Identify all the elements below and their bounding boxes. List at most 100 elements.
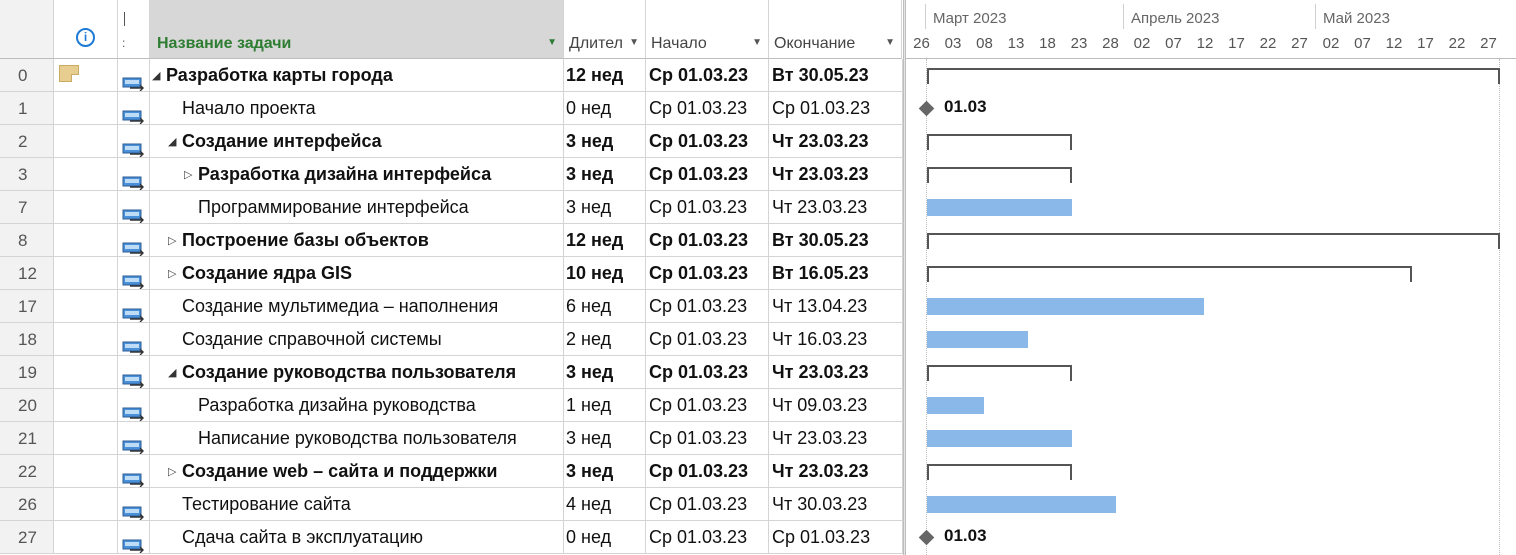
row-id[interactable]: 27 <box>0 521 54 554</box>
dropdown-arrow-icon[interactable]: ▼ <box>629 37 639 48</box>
summary-bar[interactable] <box>927 233 1501 249</box>
expand-arrow-icon[interactable]: ▷ <box>184 159 198 190</box>
task-mode-cell[interactable] <box>118 158 150 191</box>
task-mode-cell[interactable] <box>118 521 150 554</box>
task-mode-cell[interactable] <box>118 455 150 488</box>
duration-cell[interactable]: 3 нед <box>564 422 646 455</box>
task-row[interactable]: 20 Разработка дизайна руководства 1 нед Ср … <box>0 389 903 422</box>
task-row[interactable]: 18 Создание справочной системы 2 нед Ср 01.… <box>0 323 903 356</box>
task-name-cell[interactable]: Сдача сайта в эксплуатацию <box>150 521 564 554</box>
task-mode-cell[interactable] <box>118 323 150 356</box>
task-bar[interactable] <box>927 430 1072 447</box>
duration-header[interactable]: Длител ▼ <box>564 0 646 59</box>
task-mode-cell[interactable] <box>118 290 150 323</box>
duration-cell[interactable]: 10 нед <box>564 257 646 290</box>
gantt-body[interactable]: 01.03 01.03 <box>906 59 1516 555</box>
task-name-cell[interactable]: Тестирование сайта <box>150 488 564 521</box>
task-name-cell[interactable]: Создание справочной системы <box>150 323 564 356</box>
start-cell[interactable]: Ср 01.03.23 <box>646 521 769 554</box>
task-name-cell[interactable]: Программирование интерфейса <box>150 191 564 224</box>
expand-arrow-icon[interactable]: ▷ <box>168 456 182 487</box>
finish-cell[interactable]: Чт 23.03.23 <box>769 125 903 158</box>
milestone-diamond[interactable] <box>918 529 935 546</box>
row-id[interactable]: 3 <box>0 158 54 191</box>
finish-cell[interactable]: Чт 23.03.23 <box>769 422 903 455</box>
task-mode-cell[interactable] <box>118 59 150 92</box>
task-mode-cell[interactable] <box>118 422 150 455</box>
task-bar[interactable] <box>927 331 1028 348</box>
task-row[interactable]: 27 Сдача сайта в эксплуатацию 0 нед Ср 01.0… <box>0 521 903 554</box>
duration-cell[interactable]: 4 нед <box>564 488 646 521</box>
summary-bar[interactable] <box>927 365 1072 381</box>
start-cell[interactable]: Ср 01.03.23 <box>646 191 769 224</box>
row-id[interactable]: 1 <box>0 92 54 125</box>
summary-bar[interactable] <box>927 167 1072 183</box>
task-name-header[interactable]: Название задачи ▼ <box>150 0 564 59</box>
finish-cell[interactable]: Ср 01.03.23 <box>769 521 903 554</box>
dropdown-arrow-icon[interactable]: ▼ <box>547 37 557 48</box>
duration-cell[interactable]: 12 нед <box>564 59 646 92</box>
finish-cell[interactable]: Чт 23.03.23 <box>769 191 903 224</box>
row-id[interactable]: 21 <box>0 422 54 455</box>
task-name-cell[interactable]: ▷ Создание ядра GIS <box>150 257 564 290</box>
task-mode-cell[interactable] <box>118 191 150 224</box>
expand-arrow-icon[interactable]: ▷ <box>168 258 182 289</box>
duration-cell[interactable]: 3 нед <box>564 125 646 158</box>
task-bar[interactable] <box>927 298 1205 315</box>
task-row[interactable]: 2 ◢ Создание интерфейса 3 нед Ср 01.03.23 Чт … <box>0 125 903 158</box>
task-row[interactable]: 3 ▷ Разработка дизайна интерфейса 3 нед Ср 0… <box>0 158 903 191</box>
finish-cell[interactable]: Чт 23.03.23 <box>769 158 903 191</box>
duration-cell[interactable]: 0 нед <box>564 521 646 554</box>
collapse-arrow-icon[interactable]: ◢ <box>168 357 182 388</box>
start-cell[interactable]: Ср 01.03.23 <box>646 389 769 422</box>
task-bar[interactable] <box>927 496 1116 513</box>
task-row[interactable]: 17 Создание мультимедиа – наполнения 6 нед… <box>0 290 903 323</box>
row-id[interactable]: 26 <box>0 488 54 521</box>
task-name-cell[interactable]: Написание руководства пользователя <box>150 422 564 455</box>
duration-cell[interactable]: 3 нед <box>564 191 646 224</box>
start-cell[interactable]: Ср 01.03.23 <box>646 257 769 290</box>
finish-cell[interactable]: Чт 30.03.23 <box>769 488 903 521</box>
row-id[interactable]: 20 <box>0 389 54 422</box>
task-mode-cell[interactable] <box>118 389 150 422</box>
finish-cell[interactable]: Чт 16.03.23 <box>769 323 903 356</box>
task-row[interactable]: 22 ▷ Создание web – сайта и поддержки 3 нед… <box>0 455 903 488</box>
duration-cell[interactable]: 1 нед <box>564 389 646 422</box>
start-cell[interactable]: Ср 01.03.23 <box>646 323 769 356</box>
task-name-cell[interactable]: ◢ Разработка карты города <box>150 59 564 92</box>
row-id[interactable]: 19 <box>0 356 54 389</box>
task-name-cell[interactable]: ◢ Создание интерфейса <box>150 125 564 158</box>
finish-cell[interactable]: Чт 13.04.23 <box>769 290 903 323</box>
duration-cell[interactable]: 3 нед <box>564 158 646 191</box>
start-cell[interactable]: Ср 01.03.23 <box>646 224 769 257</box>
row-id[interactable]: 0 <box>0 59 54 92</box>
duration-cell[interactable]: 0 нед <box>564 92 646 125</box>
start-cell[interactable]: Ср 01.03.23 <box>646 59 769 92</box>
task-row[interactable]: 8 ▷ Построение базы объектов 12 нед Ср 01.03… <box>0 224 903 257</box>
duration-cell[interactable]: 3 нед <box>564 356 646 389</box>
row-id[interactable]: 12 <box>0 257 54 290</box>
dropdown-arrow-icon[interactable]: ▼ <box>752 37 762 48</box>
start-header[interactable]: Начало ▼ <box>646 0 769 59</box>
task-name-cell[interactable]: ▷ Построение базы объектов <box>150 224 564 257</box>
task-name-cell[interactable]: ▷ Разработка дизайна интерфейса <box>150 158 564 191</box>
task-mode-cell[interactable] <box>118 356 150 389</box>
finish-cell[interactable]: Чт 09.03.23 <box>769 389 903 422</box>
task-row[interactable]: 0 ◢ Разработка карты города 12 нед Ср 01.03.… <box>0 59 903 92</box>
summary-bar[interactable] <box>927 464 1072 480</box>
note-icon[interactable] <box>59 65 79 82</box>
dropdown-arrow-icon[interactable]: ▼ <box>885 37 895 48</box>
milestone-diamond[interactable] <box>918 100 935 117</box>
task-row[interactable]: 7 Программирование интерфейса 3 нед Ср 01.0… <box>0 191 903 224</box>
row-id-header[interactable] <box>0 0 54 59</box>
finish-cell[interactable]: Чт 23.03.23 <box>769 455 903 488</box>
start-cell[interactable]: Ср 01.03.23 <box>646 455 769 488</box>
start-cell[interactable]: Ср 01.03.23 <box>646 125 769 158</box>
indicators-header[interactable]: i <box>54 0 118 59</box>
start-cell[interactable]: Ср 01.03.23 <box>646 92 769 125</box>
finish-cell[interactable]: Вт 30.05.23 <box>769 224 903 257</box>
timescale[interactable]: Март 2023 Апрель 2023 Май 2023 26 03 08 13 18 23… <box>906 0 1516 59</box>
task-row[interactable]: 12 ▷ Создание ядра GIS 10 нед Ср 01.03.23 Вт … <box>0 257 903 290</box>
finish-cell[interactable]: Вт 16.05.23 <box>769 257 903 290</box>
duration-cell[interactable]: 3 нед <box>564 455 646 488</box>
